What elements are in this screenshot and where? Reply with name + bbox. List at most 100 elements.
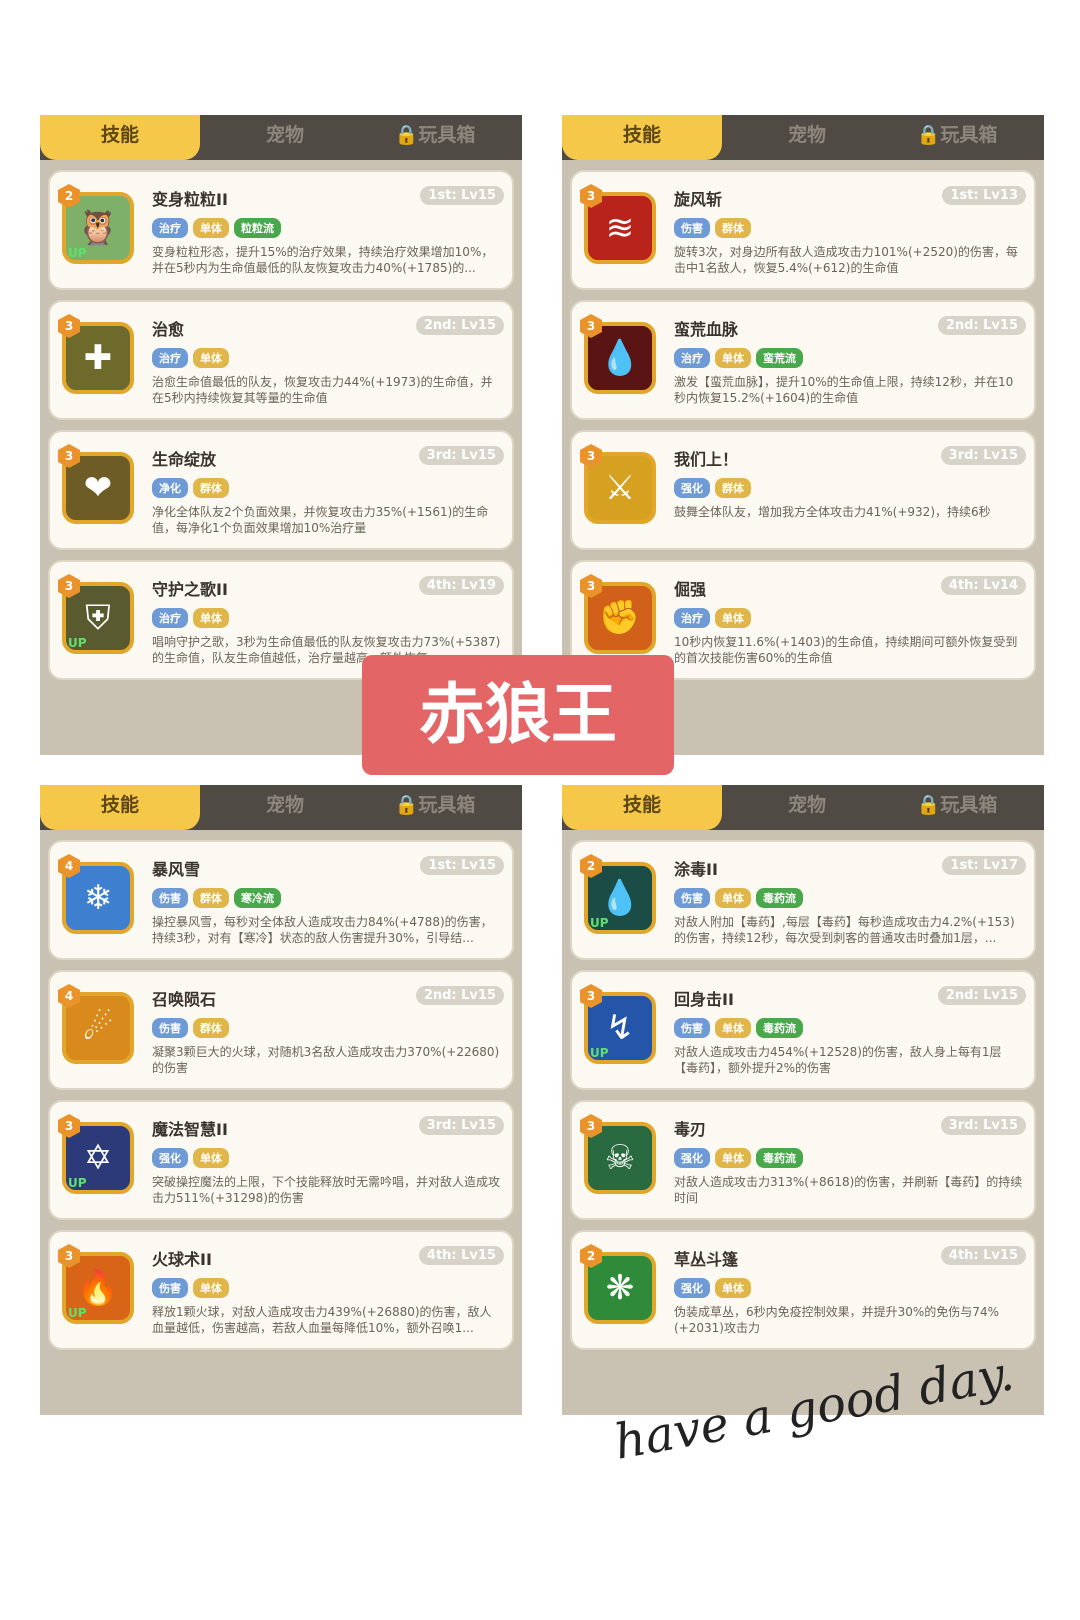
skill-tag: 伤害 (152, 888, 188, 908)
icon-glyph: ✊ (598, 598, 642, 638)
skill-description: 凝聚3颗巨大的火球，对随机3名敌人造成攻击力370%(+22680)的伤害 (152, 1045, 500, 1075)
skill-slot-level: 4th: Lv15 (418, 1246, 504, 1265)
icon-glyph: ↯ (605, 1008, 635, 1048)
skill-card[interactable]: 3 ✚ 治愈 2nd: Lv15 治疗 单体 治愈生命值最低的队友，恢复攻击力44%(+19… (48, 300, 514, 420)
skill-tags: 治疗 单体 (152, 608, 229, 628)
title-banner: 赤狼王 (362, 655, 674, 775)
tab-pets[interactable]: 宠物 (752, 115, 862, 160)
skill-tag: 治疗 (152, 348, 188, 368)
skill-panel-bottom-right: 技能 宠物 🔒玩具箱 2 💧 UP 涂毒II 1st: Lv17 伤害 单体 毒药流 对敌人附加… (556, 775, 1050, 1415)
tab-pets[interactable]: 宠物 (752, 785, 862, 830)
skill-tag: 强化 (674, 478, 710, 498)
skill-tag: 群体 (715, 478, 751, 498)
lock-icon: 🔒 (394, 794, 419, 816)
skill-description: 旋转3次，对身边所有敌人造成攻击力101%(+2520)的伤害，每击中1名敌人，… (674, 245, 1018, 275)
skill-card[interactable]: 2 ❋ 草丛斗篷 4th: Lv15 强化 单体 伪装成草丛，6秒内免疫控制效果，并提升30… (570, 1230, 1036, 1350)
skill-tag: 粒粒流 (234, 218, 281, 238)
skill-tag: 单体 (715, 1018, 751, 1038)
skill-name: 生命绽放 (152, 450, 217, 469)
skill-tag: 伤害 (674, 1018, 710, 1038)
skill-name: 暴风雪 (152, 860, 201, 879)
skill-slot-level: 1st: Lv17 (942, 856, 1026, 875)
skill-description: 对敌人附加【毒药】,每层【毒药】每秒造成攻击力4.2%(+153)的伤害，持续1… (674, 915, 1015, 945)
skill-slot-level: 2nd: Lv15 (937, 316, 1026, 335)
skill-tags: 治疗 单体 (152, 348, 229, 368)
skill-tag: 毒药流 (756, 888, 803, 908)
tab-skills[interactable]: 技能 (562, 115, 722, 160)
tab-toys[interactable]: 🔒玩具箱 (365, 785, 505, 830)
skill-card[interactable]: 2 💧 UP 涂毒II 1st: Lv17 伤害 单体 毒药流 对敌人附加【毒药】,每层【毒药】… (570, 840, 1036, 960)
skill-description: 对敌人造成攻击力454%(+12528)的伤害，敌人身上每有1层【毒药】，额外提… (674, 1045, 1002, 1075)
lock-icon: 🔒 (916, 794, 941, 816)
skill-card[interactable]: 4 ☄ 召唤陨石 2nd: Lv15 伤害 群体 凝聚3颗巨大的火球，对随机3名敌人造成攻击… (48, 970, 514, 1090)
upgrade-up-label: UP (68, 1306, 87, 1320)
skill-tag: 单体 (715, 888, 751, 908)
tab-toys-label: 玩具箱 (418, 124, 476, 146)
skill-description: 对敌人造成攻击力313%(+8618)的伤害，并刷新【毒药】的持续时间 (674, 1175, 1023, 1205)
tab-skills[interactable]: 技能 (562, 785, 722, 830)
icon-glyph: ☠ (604, 1138, 636, 1178)
skill-tag: 治疗 (674, 608, 710, 628)
skill-tag: 单体 (193, 1148, 229, 1168)
skill-tag: 伤害 (674, 888, 710, 908)
tab-toys[interactable]: 🔒玩具箱 (365, 115, 505, 160)
tab-skills[interactable]: 技能 (40, 785, 200, 830)
skill-description: 操控暴风雪，每秒对全体敌人造成攻击力84%(+4788)的伤害，持续3秒，对有【… (152, 915, 493, 945)
skill-card[interactable]: 3 🔥 UP 火球术II 4th: Lv15 伤害 单体 释放1颗火球，对敌人造成攻击力439… (48, 1230, 514, 1350)
skill-slot-level: 4th: Lv15 (940, 1246, 1026, 1265)
skill-tags: 强化 单体 (674, 1278, 751, 1298)
skill-slot-level: 4th: Lv14 (940, 576, 1026, 595)
skill-tags: 强化 单体 (152, 1148, 229, 1168)
skill-tags: 伤害 单体 毒药流 (674, 888, 803, 908)
skill-card[interactable]: 2 🦉 UP 变身粒粒II 1st: Lv15 治疗 单体 粒粒流 变身粒粒形态，提升15%的治… (48, 170, 514, 290)
tab-toys[interactable]: 🔒玩具箱 (887, 115, 1027, 160)
skill-card[interactable]: 3 ❤ 生命绽放 3rd: Lv15 净化 群体 净化全体队友2个负面效果，并恢复攻击力35… (48, 430, 514, 550)
skill-card-list: 2 🦉 UP 变身粒粒II 1st: Lv15 治疗 单体 粒粒流 变身粒粒形态，提升15%的治… (40, 160, 522, 680)
skill-card[interactable]: 3 ≋ 旋风斩 1st: Lv13 伤害 群体 旋转3次，对身边所有敌人造成攻击力101%(… (570, 170, 1036, 290)
skill-tag: 伤害 (152, 1018, 188, 1038)
skill-tag: 单体 (715, 608, 751, 628)
skill-card[interactable]: 3 ☠ 毒刃 3rd: Lv15 强化 单体 毒药流 对敌人造成攻击力313%(+8618)的… (570, 1100, 1036, 1220)
skill-slot-level: 2nd: Lv15 (415, 986, 504, 1005)
skill-card[interactable]: 3 💧 蛮荒血脉 2nd: Lv15 治疗 单体 蛮荒流 激发【蛮荒血脉】，提升10%的生命值… (570, 300, 1036, 420)
tab-pets[interactable]: 宠物 (230, 785, 340, 830)
skill-description: 变身粒粒形态，提升15%的治疗效果，持续治疗效果增加10%，并在5秒内为生命值最… (152, 245, 494, 275)
lock-icon: 🔒 (916, 124, 941, 146)
skill-card[interactable]: 3 ⚔ 我们上！ 3rd: Lv15 强化 群体 鼓舞全体队友，增加我方全体攻击力41%(+… (570, 430, 1036, 550)
skill-tags: 伤害 群体 (674, 218, 751, 238)
skill-description: 净化全体队友2个负面效果，并恢复攻击力35%(+1561)的生命值，每净化1个负… (152, 505, 489, 535)
skill-description: 10秒内恢复11.6%(+1403)的生命值，持续期间可额外恢复受到的首次技能伤… (674, 635, 1018, 665)
upgrade-up-label: UP (590, 916, 609, 930)
skill-name: 回身击II (674, 990, 734, 1009)
tab-pets[interactable]: 宠物 (230, 115, 340, 160)
tab-bar: 技能 宠物 🔒玩具箱 (562, 785, 1044, 830)
icon-glyph: ⚔ (604, 468, 636, 508)
skill-card[interactable]: 4 ❄ 暴风雪 1st: Lv15 伤害 群体 寒冷流 操控暴风雪，每秒对全体敌人造成攻击力8… (48, 840, 514, 960)
skill-tag: 单体 (715, 348, 751, 368)
tab-toys[interactable]: 🔒玩具箱 (887, 785, 1027, 830)
tab-toys-label: 玩具箱 (940, 124, 998, 146)
skill-card[interactable]: 3 ✡ UP 魔法智慧II 3rd: Lv15 强化 单体 突破操控魔法的上限，下个技能释放时… (48, 1100, 514, 1220)
skill-card-list: 2 💧 UP 涂毒II 1st: Lv17 伤害 单体 毒药流 对敌人附加【毒药】,每层【毒药】… (562, 830, 1044, 1350)
skill-tag: 毒药流 (756, 1018, 803, 1038)
skill-name: 毒刃 (674, 1120, 707, 1139)
skill-tag: 单体 (715, 1148, 751, 1168)
skill-slot-level: 3rd: Lv15 (940, 446, 1026, 465)
skill-tags: 净化 群体 (152, 478, 229, 498)
skill-tags: 伤害 群体 (152, 1018, 229, 1038)
skill-tag: 群体 (193, 478, 229, 498)
skill-name: 蛮荒血脉 (674, 320, 739, 339)
skill-tag: 伤害 (152, 1278, 188, 1298)
icon-glyph: 🦉 (76, 208, 120, 248)
skill-card[interactable]: 3 ↯ UP 回身击II 2nd: Lv15 伤害 单体 毒药流 对敌人造成攻击力454%(+1… (570, 970, 1036, 1090)
skill-slot-level: 1st: Lv13 (942, 186, 1026, 205)
skill-tag: 群体 (193, 888, 229, 908)
skill-slot-level: 2nd: Lv15 (937, 986, 1026, 1005)
upgrade-up-label: UP (590, 1046, 609, 1060)
skill-slot-level: 3rd: Lv15 (418, 446, 504, 465)
skill-tag: 强化 (674, 1278, 710, 1298)
skill-tag: 寒冷流 (234, 888, 281, 908)
skill-slot-level: 3rd: Lv15 (940, 1116, 1026, 1135)
skill-name: 火球术II (152, 1250, 212, 1269)
tab-skills[interactable]: 技能 (40, 115, 200, 160)
